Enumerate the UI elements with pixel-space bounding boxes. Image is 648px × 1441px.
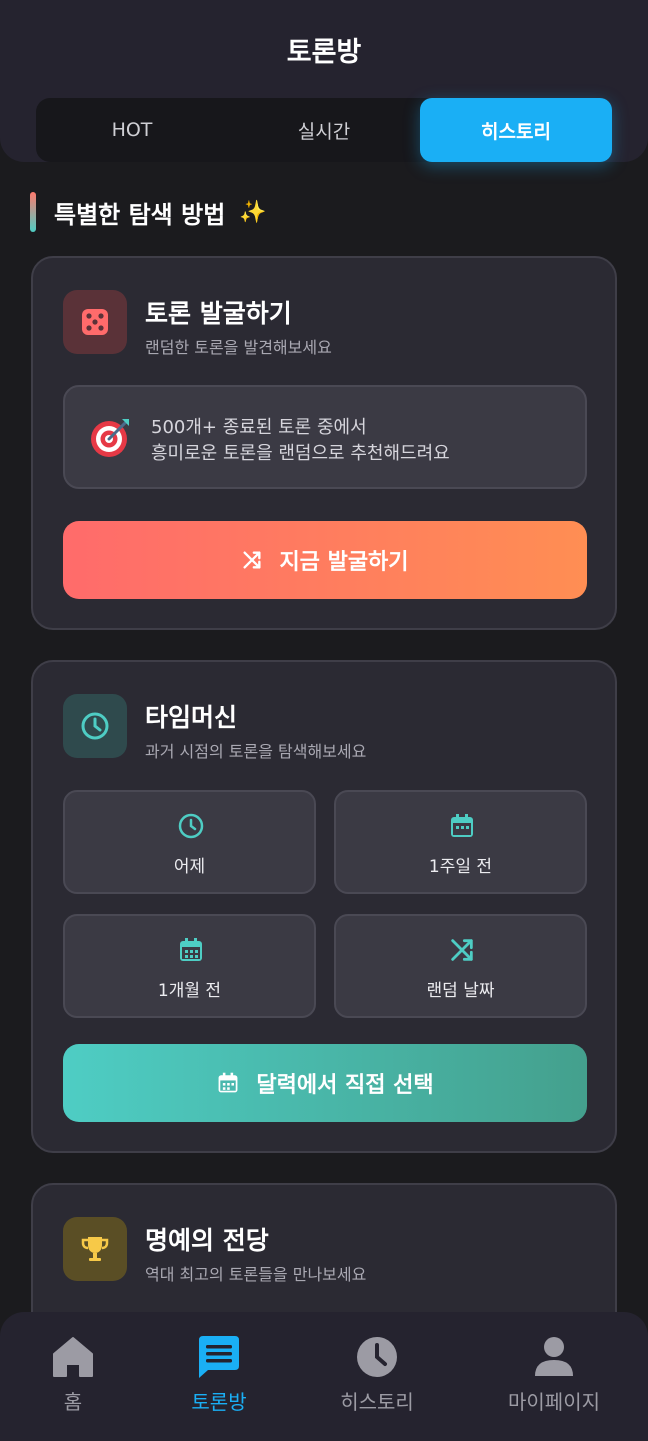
page-title: 토론방 [286, 37, 362, 68]
option-label: 어제 [173, 857, 206, 877]
discover-now-button[interactable]: 지금 발굴하기 [63, 521, 587, 599]
option-label: 1주일 전 [428, 857, 493, 877]
discover-subtitle: 랜덤한 토론을 발견해보세요 [145, 338, 332, 357]
target-icon [91, 419, 129, 457]
option-random-date[interactable]: 랜덤 날짜 [334, 914, 587, 1018]
trophy-icon [63, 1217, 127, 1281]
nav-mypage[interactable]: 마이페이지 [473, 1312, 635, 1441]
halloffame-subtitle: 역대 최고의 토론들을 만나보세요 [145, 1265, 367, 1284]
discover-title: 토론 발굴하기 [145, 299, 292, 328]
clock-icon [357, 1337, 397, 1377]
discover-card: 토론 발굴하기 랜덤한 토론을 발견해보세요 500개+ 종료된 토론 중에서 … [31, 256, 617, 630]
option-one-week[interactable]: 1주일 전 [334, 790, 587, 894]
tab-bar: HOT 실시간 히스토리 [36, 98, 612, 162]
section-header: 특별한 탐색 방법 ✨ [30, 192, 267, 232]
sparkles-icon: ✨ [239, 199, 267, 225]
dice-icon [63, 290, 127, 354]
discover-info-box: 500개+ 종료된 토론 중에서 흥미로운 토론을 랜덤으로 추천해드려요 [63, 385, 587, 489]
bottom-nav: 홈 토론방 히스토리 마이페이지 [0, 1312, 648, 1441]
nav-history-label: 히스토리 [340, 1390, 414, 1414]
calendar-select-button[interactable]: 달력에서 직접 선택 [63, 1044, 587, 1122]
option-label: 랜덤 날짜 [426, 981, 495, 1001]
nav-home[interactable]: 홈 [0, 1312, 154, 1441]
nav-home-label: 홈 [63, 1390, 83, 1414]
option-one-month[interactable]: 1개월 전 [63, 914, 316, 1018]
tab-history[interactable]: 히스토리 [420, 98, 612, 162]
tab-realtime[interactable]: 실시간 [228, 98, 420, 162]
timemachine-card: 타임머신 과거 시점의 토론을 탐색해보세요 어제 1주일 전 1개월 전 랜덤… [31, 660, 617, 1153]
timemachine-title: 타임머신 [145, 703, 238, 732]
home-icon [53, 1337, 93, 1377]
nav-history[interactable]: 히스토리 [296, 1312, 458, 1441]
tab-hot[interactable]: HOT [36, 98, 228, 162]
section-title: 특별한 탐색 방법 [54, 200, 226, 229]
calendar-select-label: 달력에서 직접 선택 [256, 1073, 434, 1098]
discover-now-label: 지금 발굴하기 [279, 550, 409, 575]
timemachine-subtitle: 과거 시점의 토론을 탐색해보세요 [145, 742, 367, 761]
clock-icon [63, 694, 127, 758]
user-icon [535, 1337, 573, 1376]
calendar-icon [451, 814, 473, 837]
option-label: 1개월 전 [157, 981, 222, 1001]
calendar-icon [218, 1072, 238, 1093]
chat-icon [199, 1336, 239, 1378]
option-yesterday[interactable]: 어제 [63, 790, 316, 894]
info-line-2: 흥미로운 토론을 랜덤으로 추천해드려요 [151, 443, 450, 464]
clock-icon [178, 813, 204, 839]
shuffle-icon [243, 551, 261, 569]
info-line-1: 500개+ 종료된 토론 중에서 [151, 417, 367, 438]
halloffame-title: 명예의 전당 [145, 1226, 269, 1255]
app-header: 토론방 HOT 실시간 히스토리 [0, 0, 648, 162]
shuffle-icon [451, 939, 473, 961]
calendar-icon [180, 938, 202, 961]
nav-debate-label: 토론방 [191, 1390, 247, 1414]
section-accent-bar [30, 192, 36, 232]
nav-debate[interactable]: 토론방 [138, 1312, 300, 1441]
nav-mypage-label: 마이페이지 [508, 1390, 600, 1414]
